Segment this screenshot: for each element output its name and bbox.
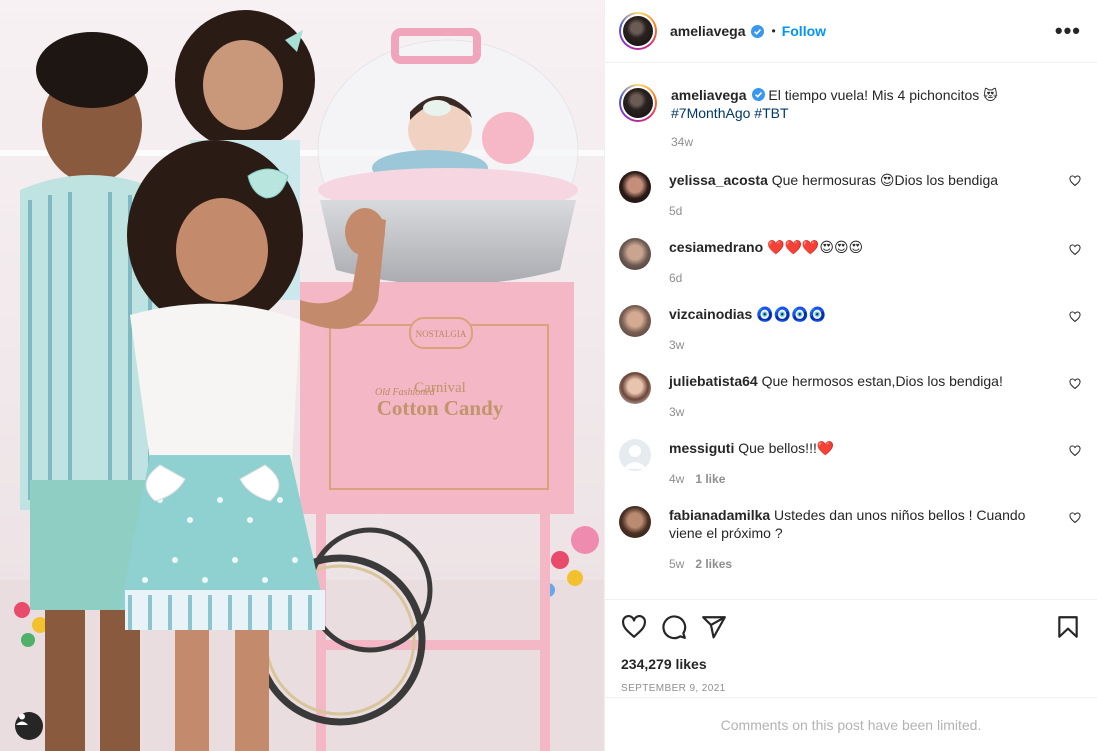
comment-likes[interactable]: 2 likes: [695, 557, 732, 571]
commenter-avatar[interactable]: [619, 372, 651, 404]
comment-username[interactable]: cesiamedrano: [669, 239, 763, 255]
like-count[interactable]: 234,279 likes: [621, 656, 1081, 672]
comment-username[interactable]: vizcainodias: [669, 306, 752, 322]
heart-icon[interactable]: [1069, 175, 1081, 187]
author-avatar[interactable]: [619, 12, 657, 50]
comment-time[interactable]: 4w: [669, 472, 684, 486]
separator-dot: •: [771, 24, 776, 38]
tagged-users-button[interactable]: [15, 712, 43, 740]
verified-badge-icon: [750, 24, 764, 38]
comment-username[interactable]: fabianadamilka: [669, 507, 770, 523]
comments-list[interactable]: ameliavega El tiempo vuela! Mis 4 pichon…: [605, 64, 1097, 598]
commenter-avatar[interactable]: [619, 171, 651, 203]
cart-brand-text: NOSTALGIA: [416, 329, 467, 339]
author-username[interactable]: ameliavega: [670, 23, 746, 39]
heart-icon[interactable]: [1069, 445, 1081, 457]
heart-icon[interactable]: [1069, 244, 1081, 256]
comment-time[interactable]: 3w: [669, 405, 684, 419]
comment-username[interactable]: yelissa_acosta: [669, 172, 768, 188]
comment-time[interactable]: 5d: [669, 204, 682, 218]
comment-item: juliebatista64 Que hermosos estan,Dios l…: [619, 354, 1081, 421]
comment-item: messiguti Que bellos!!!❤️ 4w 1 like: [619, 421, 1081, 488]
post-date[interactable]: September 9, 2021: [621, 683, 1081, 694]
follow-button[interactable]: Follow: [782, 23, 826, 39]
caption-avatar[interactable]: [619, 84, 657, 122]
comment-text: ❤️❤️❤️😍😍😍: [767, 239, 864, 255]
comment-item: yelissa_acosta Que hermosuras 😍Dios los …: [619, 151, 1081, 220]
instagram-post: NOSTALGIA Old Fashioned Carnival Cotton …: [0, 0, 1097, 751]
cart-line2-text: Cotton Candy: [377, 396, 504, 420]
comment-username[interactable]: messiguti: [669, 440, 734, 456]
verified-badge-icon: [751, 88, 765, 101]
post-header: ameliavega • Follow •••: [605, 0, 1097, 63]
caption: ameliavega El tiempo vuela! Mis 4 pichon…: [619, 64, 1081, 151]
commenter-avatar[interactable]: [619, 506, 651, 538]
cart-line1-text: Carnival: [414, 380, 466, 396]
more-options-icon[interactable]: •••: [1055, 20, 1081, 42]
heart-icon[interactable]: [1069, 512, 1081, 524]
comment-text: Que hermosuras 😍Dios los bendiga: [771, 172, 999, 188]
user-tag-icon: [16, 713, 28, 725]
comment-item: fabianadamilka Ustedes dan unos niños be…: [619, 488, 1081, 573]
post-photo[interactable]: NOSTALGIA Old Fashioned Carnival Cotton …: [0, 0, 604, 751]
bookmark-icon[interactable]: [1055, 614, 1081, 640]
heart-icon[interactable]: [1069, 378, 1081, 390]
comment-time[interactable]: 5w: [669, 557, 684, 571]
heart-icon[interactable]: [1069, 311, 1081, 323]
paper-plane-icon[interactable]: [701, 614, 727, 640]
caption-text: El tiempo vuela! Mis 4 pichoncitos 😻: [768, 87, 998, 103]
comment-text: 🧿🧿🧿🧿: [756, 306, 826, 322]
commenter-avatar-default[interactable]: [619, 439, 651, 471]
comment-likes[interactable]: 1 like: [695, 472, 725, 486]
comment-item: cesiamedrano ❤️❤️❤️😍😍😍 6d: [619, 220, 1081, 287]
commenter-avatar[interactable]: [619, 238, 651, 270]
post-actions: 234,279 likes September 9, 2021: [605, 599, 1097, 694]
post-side-panel: ameliavega • Follow ••• ameliavega El ti…: [604, 0, 1097, 751]
comment-username[interactable]: juliebatista64: [669, 373, 758, 389]
comment-text: Que hermosos estan,Dios los bendiga!: [761, 373, 1003, 389]
commenter-avatar[interactable]: [619, 305, 651, 337]
caption-hashtags[interactable]: #7MonthAgo #TBT: [671, 105, 789, 121]
comment-time[interactable]: 6d: [669, 271, 682, 285]
default-avatar-icon: [623, 445, 647, 469]
caption-time[interactable]: 34w: [671, 135, 693, 149]
comment-icon[interactable]: [661, 614, 687, 640]
comment-text: Que bellos!!!❤️: [738, 440, 835, 456]
caption-username[interactable]: ameliavega: [671, 87, 747, 103]
photo-illustration: NOSTALGIA Old Fashioned Carnival Cotton …: [0, 0, 604, 751]
comment-item: vizcainodias 🧿🧿🧿🧿 3w: [619, 287, 1081, 354]
comments-limited-notice: Comments on this post have been limited.: [605, 697, 1097, 751]
heart-icon[interactable]: [621, 614, 647, 640]
comment-time[interactable]: 3w: [669, 338, 684, 352]
